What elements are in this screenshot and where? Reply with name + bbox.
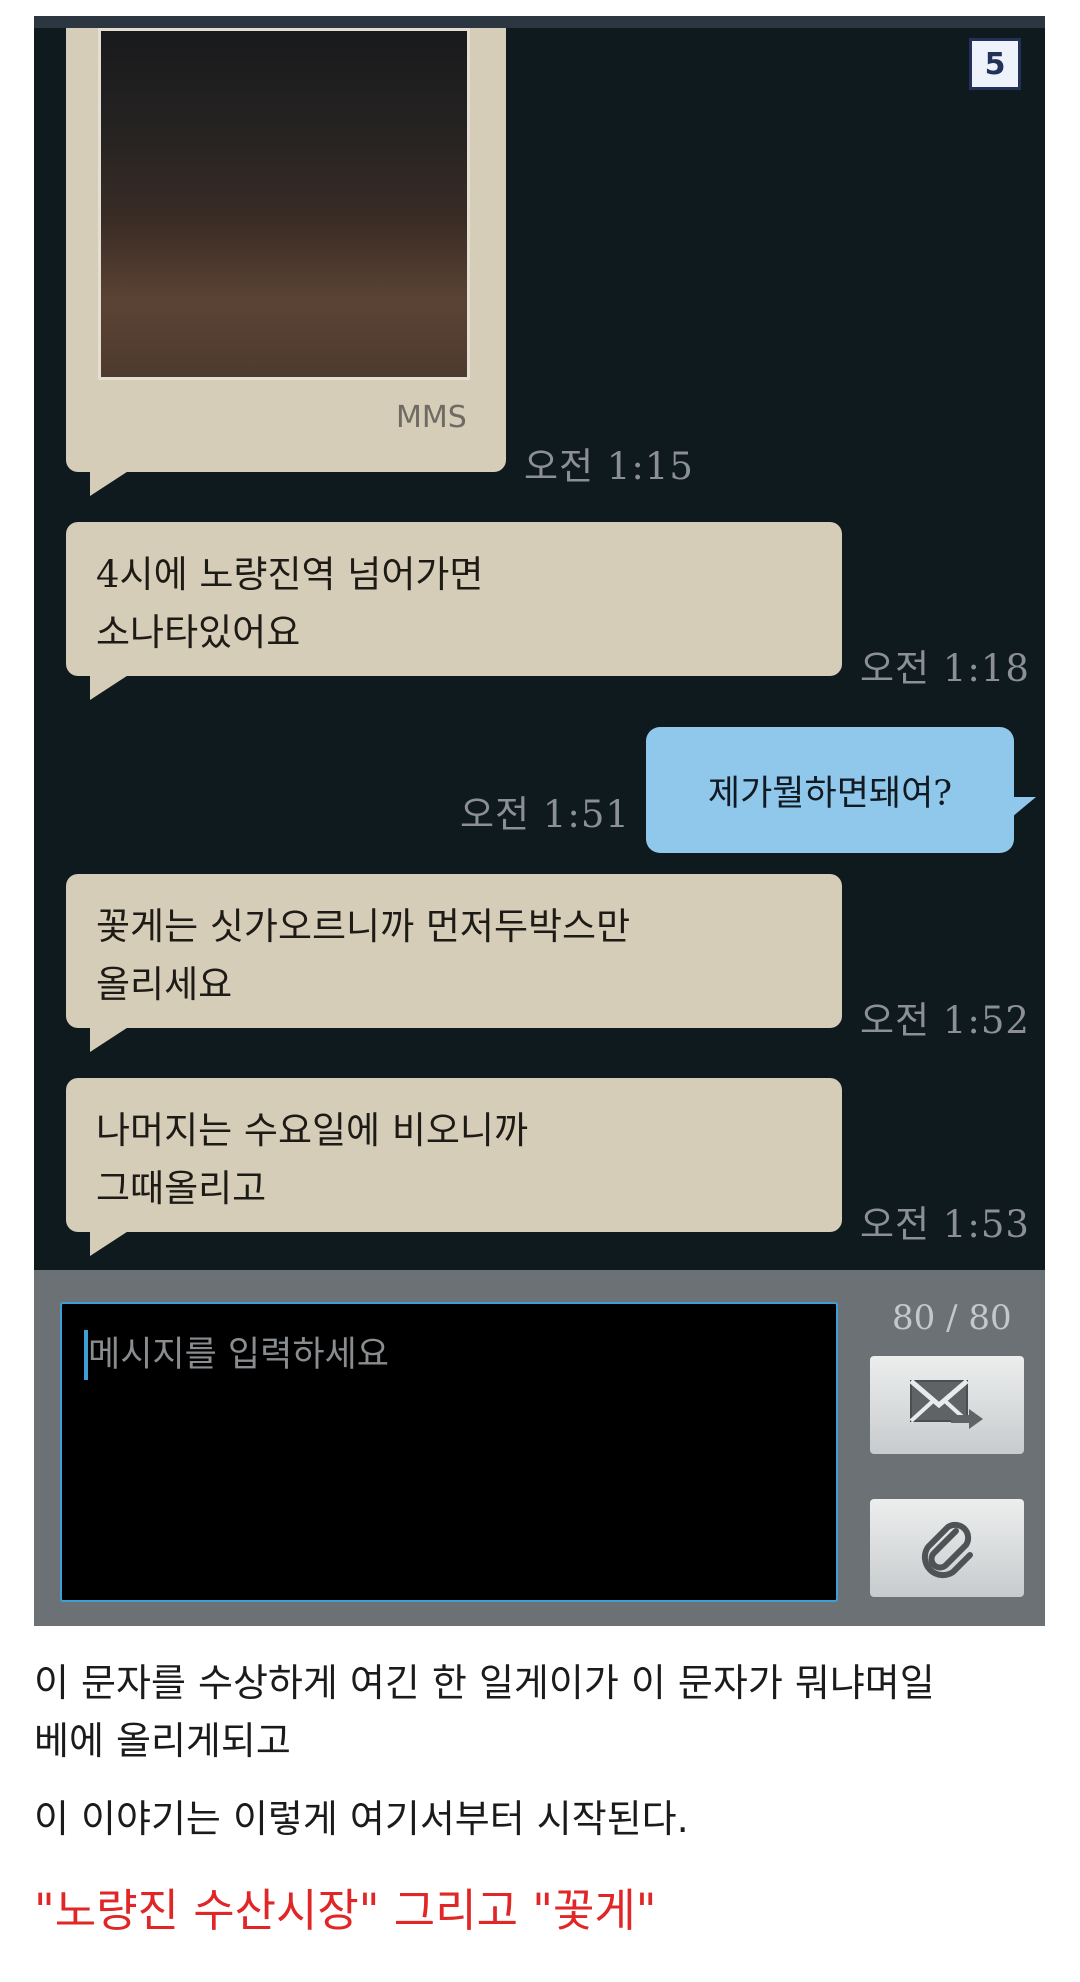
message-input-placeholder: 메시지를 입력하세요	[88, 1335, 389, 1375]
message-timestamp: 오전 1:53	[860, 1203, 1030, 1246]
mms-photo-image	[101, 31, 467, 377]
message-composer: 메시지를 입력하세요 80 / 80	[34, 1270, 1045, 1626]
mms-message-bubble[interactable]: MMS	[66, 28, 506, 496]
message-text: 4시에 노량진역 넘어가면 소나타있어요	[96, 553, 484, 654]
bubble-tail	[1012, 797, 1036, 817]
message-text: 나머지는 수요일에 비오니까 그때올리고	[96, 1109, 529, 1210]
headline-text: "노량진 수산시장" 그리고 "꽃게"	[34, 1884, 657, 1937]
incoming-message-bubble[interactable]: 4시에 노량진역 넘어가면 소나타있어요	[66, 522, 842, 700]
incoming-message-bubble[interactable]: 나머지는 수요일에 비오니까 그때올리고	[66, 1078, 842, 1256]
outgoing-message-bubble[interactable]: 제가뭘하면돼여?	[646, 727, 1036, 853]
paperclip-icon	[921, 1521, 973, 1579]
message-timestamp: 오전 1:52	[860, 999, 1030, 1042]
envelope-send-icon	[909, 1379, 983, 1429]
bubble-tail	[90, 674, 130, 700]
screenshot-top-border	[34, 16, 1045, 28]
caption-line: 베에 올리게되고	[34, 1719, 291, 1763]
page-number-badge: 5	[969, 38, 1021, 90]
attach-button[interactable]	[870, 1499, 1024, 1597]
mms-label: MMS	[396, 400, 467, 435]
bubble-tail	[90, 1230, 130, 1256]
chat-screen: 5 MMS 오전 1:15 4시에 노량진역 넘어가면 소나타있어요 오전 1:…	[34, 28, 1045, 1270]
message-text: 꽃게는 싯가오르니까 먼저두박스만 올리세요	[96, 905, 631, 1006]
bubble-tail	[90, 470, 130, 496]
character-counter: 80 / 80	[892, 1298, 1012, 1338]
message-timestamp: 오전 1:18	[860, 647, 1030, 690]
send-button[interactable]	[870, 1356, 1024, 1454]
caption-line: 이 문자를 수상하게 여긴 한 일게이가 이 문자가 뭐냐며일	[34, 1661, 935, 1705]
message-timestamp: 오전 1:15	[524, 445, 694, 488]
message-input[interactable]: 메시지를 입력하세요	[60, 1302, 838, 1602]
message-text: 제가뭘하면돼여?	[707, 773, 953, 814]
message-timestamp: 오전 1:51	[460, 793, 630, 836]
incoming-message-bubble[interactable]: 꽃게는 싯가오르니까 먼저두박스만 올리세요	[66, 874, 842, 1052]
caption-line: 이 이야기는 이렇게 여기서부터 시작된다.	[34, 1797, 689, 1841]
bubble-tail	[90, 1026, 130, 1052]
mms-photo-thumbnail[interactable]	[98, 28, 470, 380]
